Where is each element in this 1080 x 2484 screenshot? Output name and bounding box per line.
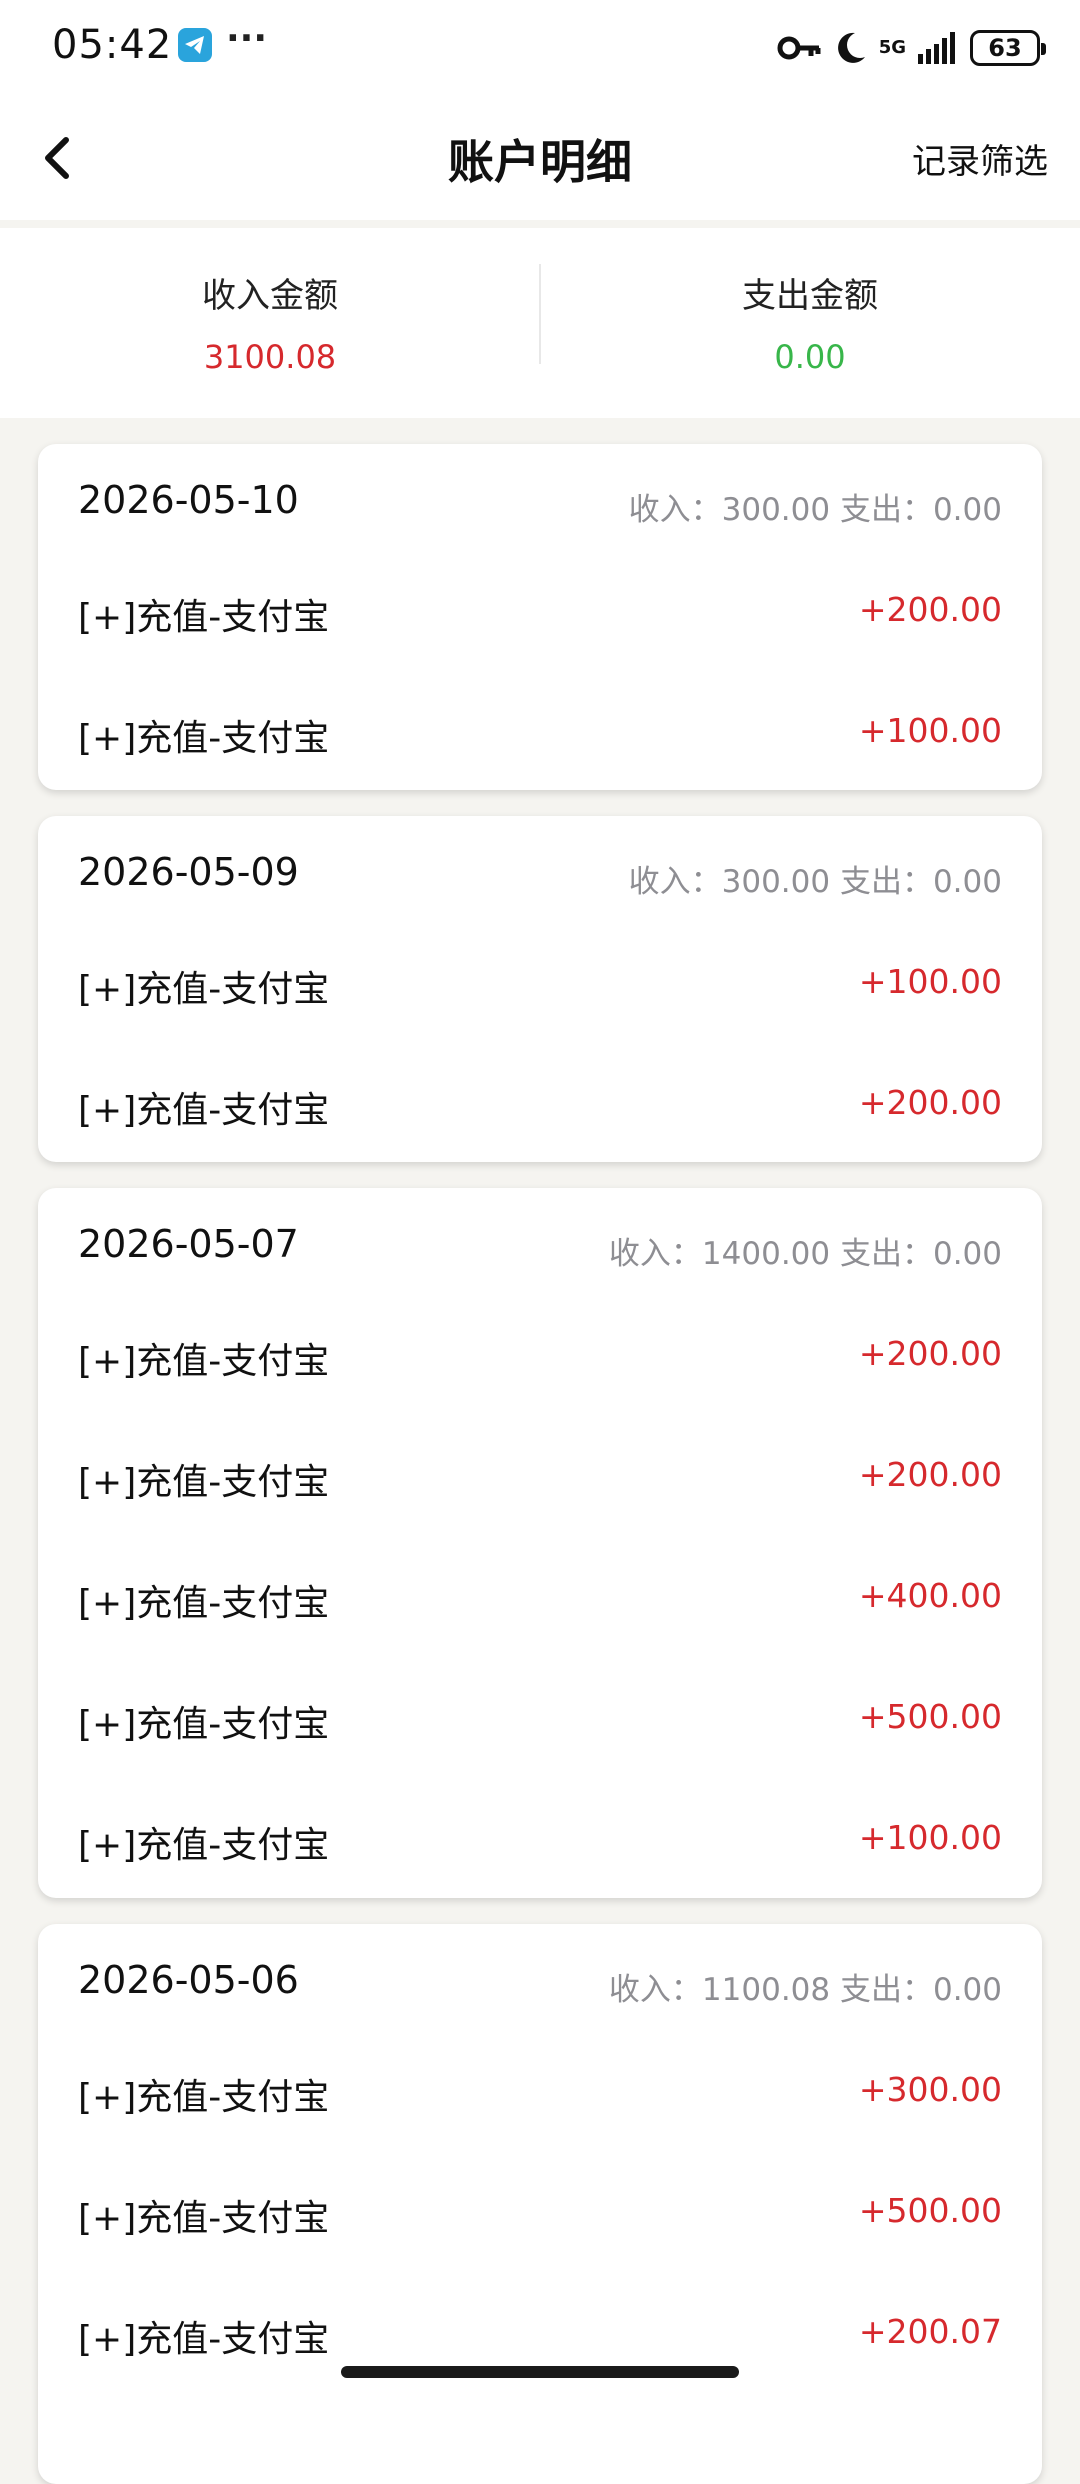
record-title: [+]充值-支付宝 <box>78 969 330 1010</box>
record-title: [+]充值-支付宝 <box>78 2198 330 2239</box>
record-amount: +500.00 <box>858 1697 1002 1736</box>
more-notifications-icon: ··· <box>226 18 268 59</box>
record-row[interactable]: [+]充值-支付宝 +200.00 <box>78 588 1002 648</box>
record-title: [+]充值-支付宝 <box>78 1704 330 1745</box>
record-amount: +300.00 <box>858 2070 1002 2109</box>
status-time: 05:42 <box>52 22 173 68</box>
day-group-header: 2026-05-10 收入：300.00 支出：0.00 <box>78 478 1002 528</box>
group-date: 2026-05-07 <box>78 1222 299 1266</box>
record-amount: +100.00 <box>858 962 1002 1001</box>
income-label: 收入金额 <box>202 276 338 316</box>
record-title: [+]充值-支付宝 <box>78 1583 330 1624</box>
telegram-icon <box>178 28 212 62</box>
record-row[interactable]: [+]充值-支付宝 +100.00 <box>78 1816 1002 1876</box>
day-group-header: 2026-05-06 收入：1100.08 支出：0.00 <box>78 1958 1002 2008</box>
record-amount: +200.07 <box>858 2312 1002 2351</box>
record-title: [+]充值-支付宝 <box>78 1341 330 1382</box>
network-type-label: 5G <box>878 37 906 58</box>
record-title: [+]充值-支付宝 <box>78 1090 330 1131</box>
vpn-key-icon <box>777 36 821 60</box>
group-date: 2026-05-06 <box>78 1958 299 2002</box>
network-indicator: 5G <box>878 37 906 58</box>
signal-icon <box>918 32 955 64</box>
day-group-card: 2026-05-06 收入：1100.08 支出：0.00 [+]充值-支付宝 … <box>38 1924 1042 2484</box>
account-summary: 收入金额 3100.08 支出金额 0.00 <box>0 228 1080 418</box>
home-indicator[interactable] <box>341 2366 739 2378</box>
do-not-disturb-moon-icon <box>837 32 865 63</box>
group-date: 2026-05-10 <box>78 478 299 522</box>
day-group-card: 2026-05-10 收入：300.00 支出：0.00 [+]充值-支付宝 +… <box>38 444 1042 790</box>
record-amount: +500.00 <box>858 2191 1002 2230</box>
day-group-card: 2026-05-07 收入：1400.00 支出：0.00 [+]充值-支付宝 … <box>38 1188 1042 1898</box>
record-title: [+]充值-支付宝 <box>78 1825 330 1866</box>
record-row[interactable]: [+]充值-支付宝 +200.00 <box>78 1453 1002 1513</box>
record-amount: +200.00 <box>858 1455 1002 1494</box>
record-title: [+]充值-支付宝 <box>78 718 330 759</box>
record-amount: +200.00 <box>858 1083 1002 1122</box>
nav-bar: 账户明细 记录筛选 <box>0 96 1080 220</box>
record-amount: +200.00 <box>858 1334 1002 1373</box>
day-group-header: 2026-05-09 收入：300.00 支出：0.00 <box>78 850 1002 900</box>
record-title: [+]充值-支付宝 <box>78 2077 330 2118</box>
record-title: [+]充值-支付宝 <box>78 2319 330 2360</box>
group-summary: 收入：1100.08 支出：0.00 <box>608 1972 1002 2008</box>
group-date: 2026-05-09 <box>78 850 299 894</box>
status-icons: 5G 63 <box>777 24 1046 72</box>
record-row[interactable]: [+]充值-支付宝 +500.00 <box>78 1695 1002 1755</box>
record-row[interactable]: [+]充值-支付宝 +400.00 <box>78 1574 1002 1634</box>
battery-level: 63 <box>988 34 1022 62</box>
record-row[interactable]: [+]充值-支付宝 +200.00 <box>78 1081 1002 1141</box>
record-filter-button[interactable]: 记录筛选 <box>912 134 1048 183</box>
group-summary: 收入：300.00 支出：0.00 <box>628 864 1002 900</box>
record-row[interactable]: [+]充值-支付宝 +200.07 <box>78 2310 1002 2370</box>
record-amount: +100.00 <box>858 1818 1002 1857</box>
group-summary: 收入：300.00 支出：0.00 <box>628 492 1002 528</box>
record-row[interactable]: [+]充值-支付宝 +300.00 <box>78 2068 1002 2128</box>
income-value: 3100.08 <box>203 338 337 376</box>
record-amount: +100.00 <box>858 711 1002 750</box>
expense-summary: 支出金额 0.00 <box>540 228 1080 418</box>
group-summary: 收入：1400.00 支出：0.00 <box>608 1236 1002 1272</box>
record-title: [+]充值-支付宝 <box>78 1462 330 1503</box>
record-row[interactable]: [+]充值-支付宝 +500.00 <box>78 2189 1002 2249</box>
record-amount: +400.00 <box>858 1576 1002 1615</box>
record-row[interactable]: [+]充值-支付宝 +100.00 <box>78 960 1002 1020</box>
income-summary: 收入金额 3100.08 <box>0 228 540 418</box>
status-bar: 05:42 ··· 5G 63 <box>0 0 1080 96</box>
day-group-card: 2026-05-09 收入：300.00 支出：0.00 [+]充值-支付宝 +… <box>38 816 1042 1162</box>
record-row[interactable]: [+]充值-支付宝 +100.00 <box>78 709 1002 769</box>
expense-label: 支出金额 <box>742 276 878 316</box>
record-row[interactable]: [+]充值-支付宝 +200.00 <box>78 1332 1002 1392</box>
day-group-header: 2026-05-07 收入：1400.00 支出：0.00 <box>78 1222 1002 1272</box>
record-title: [+]充值-支付宝 <box>78 597 330 638</box>
record-amount: +200.00 <box>858 590 1002 629</box>
expense-value: 0.00 <box>774 338 846 376</box>
battery-icon: 63 <box>970 30 1046 66</box>
